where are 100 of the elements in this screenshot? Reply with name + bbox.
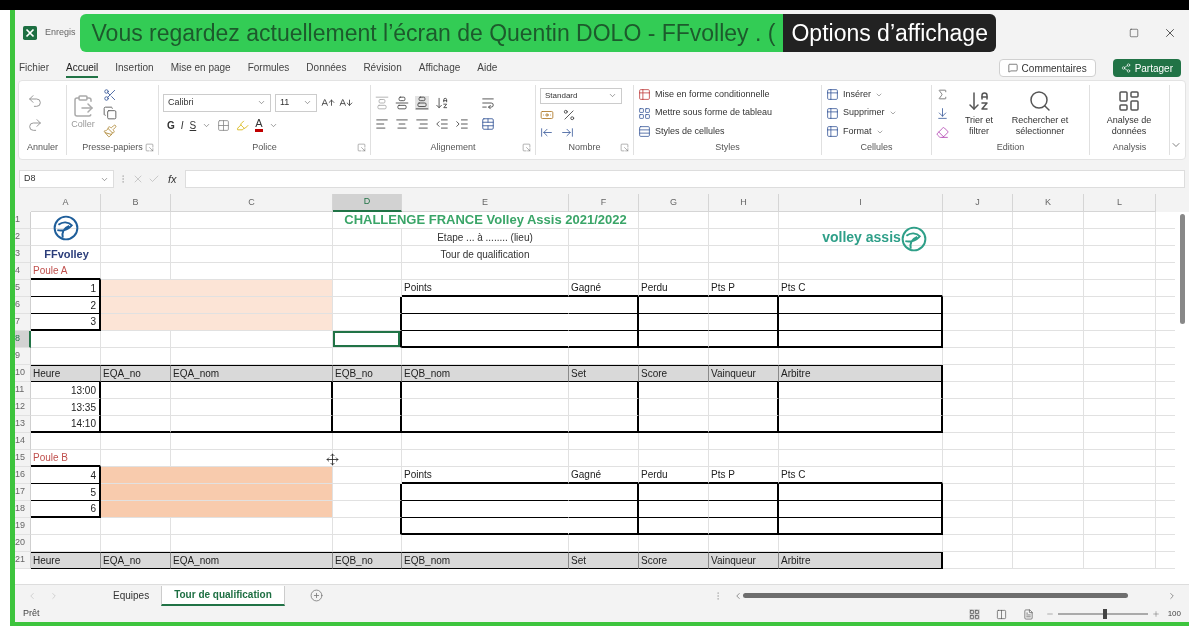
row-number[interactable]: 16	[15, 467, 31, 484]
column-header[interactable]: J	[943, 194, 1013, 212]
cells-menu-button[interactable]: Format	[826, 124, 897, 139]
header-cell[interactable]: EQA_no	[101, 552, 171, 569]
table-cell[interactable]: Pts P	[709, 467, 779, 484]
header-cell[interactable]: Arbitre	[779, 552, 943, 569]
row-number[interactable]: 6	[15, 297, 31, 314]
row-number[interactable]: 12	[15, 399, 31, 416]
table-cell[interactable]: Etape ... à ........ (lieu)	[402, 229, 569, 246]
column-header[interactable]: D	[333, 194, 402, 212]
header-cell[interactable]: EQA_nom	[171, 552, 333, 569]
menu-tab[interactable]: Mise en page	[170, 58, 231, 78]
comments-button[interactable]: Commentaires	[998, 59, 1096, 77]
header-cell[interactable]: EQA_no	[101, 365, 171, 382]
table-cell[interactable]: 14:10	[31, 416, 101, 433]
row-number[interactable]: 2	[15, 229, 31, 246]
column-header[interactable]: A	[31, 194, 101, 212]
display-options-button[interactable]: Options d’affichage	[783, 14, 996, 52]
column-header[interactable]: L	[1084, 194, 1156, 212]
row-number[interactable]: 14	[15, 433, 31, 450]
cells-menu-button[interactable]: Insérer	[826, 87, 897, 102]
table-cell[interactable]: Perdu	[639, 280, 709, 297]
font-style-button[interactable]: S	[189, 117, 197, 133]
number-format-field[interactable]: Standard	[540, 87, 622, 104]
row-number[interactable]: 1	[15, 212, 31, 229]
menu-tab[interactable]: Accueil	[66, 58, 99, 78]
row-number[interactable]: 4	[15, 263, 31, 280]
header-cell[interactable]: Vainqueur	[709, 552, 779, 569]
name-box[interactable]: D8	[19, 170, 114, 188]
row-number[interactable]: 5	[15, 280, 31, 297]
table-cell[interactable]: Poule B	[31, 450, 101, 467]
menu-tab[interactable]: Aide	[477, 58, 498, 78]
row-number[interactable]: 9	[15, 348, 31, 365]
table-cell[interactable]: Perdu	[639, 467, 709, 484]
cells-menu-button[interactable]: Supprimer	[826, 106, 897, 120]
table-cell[interactable]: FFvolley	[31, 246, 101, 263]
styles-menu-button[interactable]: Styles de cellules	[638, 124, 773, 139]
table-cell[interactable]: 13:00	[31, 382, 101, 399]
row-number[interactable]: 13	[15, 416, 31, 433]
column-header[interactable]: C	[171, 194, 333, 212]
header-cell[interactable]: Heure	[31, 552, 101, 569]
row-number[interactable]: 11	[15, 382, 31, 399]
header-cell[interactable]: EQB_no	[333, 365, 402, 382]
header-cell[interactable]: Set	[569, 552, 639, 569]
header-cell[interactable]: EQA_nom	[171, 365, 333, 382]
share-button[interactable]: Partager	[1112, 59, 1181, 77]
table-cell[interactable]: Gagné	[569, 467, 639, 484]
header-cell[interactable]: Set	[569, 365, 639, 382]
table-cell[interactable]: Pts C	[779, 467, 943, 484]
menu-tab[interactable]: Affichage	[418, 58, 461, 78]
styles-menu-button[interactable]: Mettre sous forme de tableau	[638, 106, 773, 120]
analyze-data-button[interactable]: Analyse de données	[1094, 89, 1164, 137]
header-cell[interactable]: EQB_no	[333, 552, 402, 569]
header-cell[interactable]: Arbitre	[779, 365, 943, 382]
font-family-field[interactable]: Calibri	[163, 93, 271, 112]
font-style-button[interactable]: G	[167, 117, 175, 133]
row-number[interactable]: 18	[15, 501, 31, 518]
editing-button[interactable]: Rechercher et sélectionner	[1009, 89, 1071, 137]
header-cell[interactable]: Score	[639, 552, 709, 569]
table-cell[interactable]: Points	[402, 467, 569, 484]
row-number[interactable]: 21	[15, 552, 31, 569]
column-header[interactable]: E	[402, 194, 569, 212]
column-header[interactable]: F	[569, 194, 639, 212]
row-number[interactable]: 7	[15, 314, 31, 331]
column-header[interactable]: I	[779, 194, 943, 212]
sheet-tab[interactable]: Tour de qualification	[161, 585, 285, 606]
header-cell[interactable]: Score	[639, 365, 709, 382]
row-number[interactable]: 20	[15, 535, 31, 552]
insert-function-button[interactable]: fx	[164, 170, 181, 188]
row-number[interactable]: 3	[15, 246, 31, 263]
table-cell[interactable]: Pts P	[709, 280, 779, 297]
row-number[interactable]: 10	[15, 365, 31, 382]
sheet-tab[interactable]: Equipes	[101, 585, 162, 606]
menu-tab[interactable]: Fichier	[19, 58, 49, 78]
font-size-field[interactable]: 11	[275, 93, 317, 112]
table-cell[interactable]: Poule A	[31, 263, 101, 280]
table-cell[interactable]: Points	[402, 280, 569, 297]
row-number[interactable]: 19	[15, 518, 31, 535]
styles-menu-button[interactable]: Mise en forme conditionnelle	[638, 87, 773, 102]
row-number[interactable]: 15	[15, 450, 31, 467]
header-cell[interactable]: Heure	[31, 365, 101, 382]
column-header[interactable]: K	[1013, 194, 1084, 212]
font-style-button[interactable]: I	[180, 117, 184, 133]
column-header[interactable]: G	[639, 194, 709, 212]
editing-button[interactable]: Trier et filtrer	[957, 89, 1001, 137]
table-cell[interactable]: Pts C	[779, 280, 943, 297]
menu-tab[interactable]: Révision	[363, 58, 402, 78]
menu-tab[interactable]: Insertion	[115, 58, 154, 78]
row-number[interactable]: 17	[15, 484, 31, 501]
row-number[interactable]: 8	[15, 331, 31, 348]
menu-tab[interactable]: Données	[306, 58, 347, 78]
header-cell[interactable]: Vainqueur	[709, 365, 779, 382]
table-cell[interactable]: Tour de qualification	[402, 246, 569, 263]
table-cell[interactable]: 13:35	[31, 399, 101, 416]
header-cell[interactable]: EQB_nom	[402, 552, 569, 569]
menu-tab[interactable]: Formules	[247, 58, 290, 78]
header-cell[interactable]: EQB_nom	[402, 365, 569, 382]
table-cell[interactable]: Gagné	[569, 280, 639, 297]
font-color-button[interactable]: A	[255, 118, 263, 132]
column-header[interactable]: B	[101, 194, 171, 212]
